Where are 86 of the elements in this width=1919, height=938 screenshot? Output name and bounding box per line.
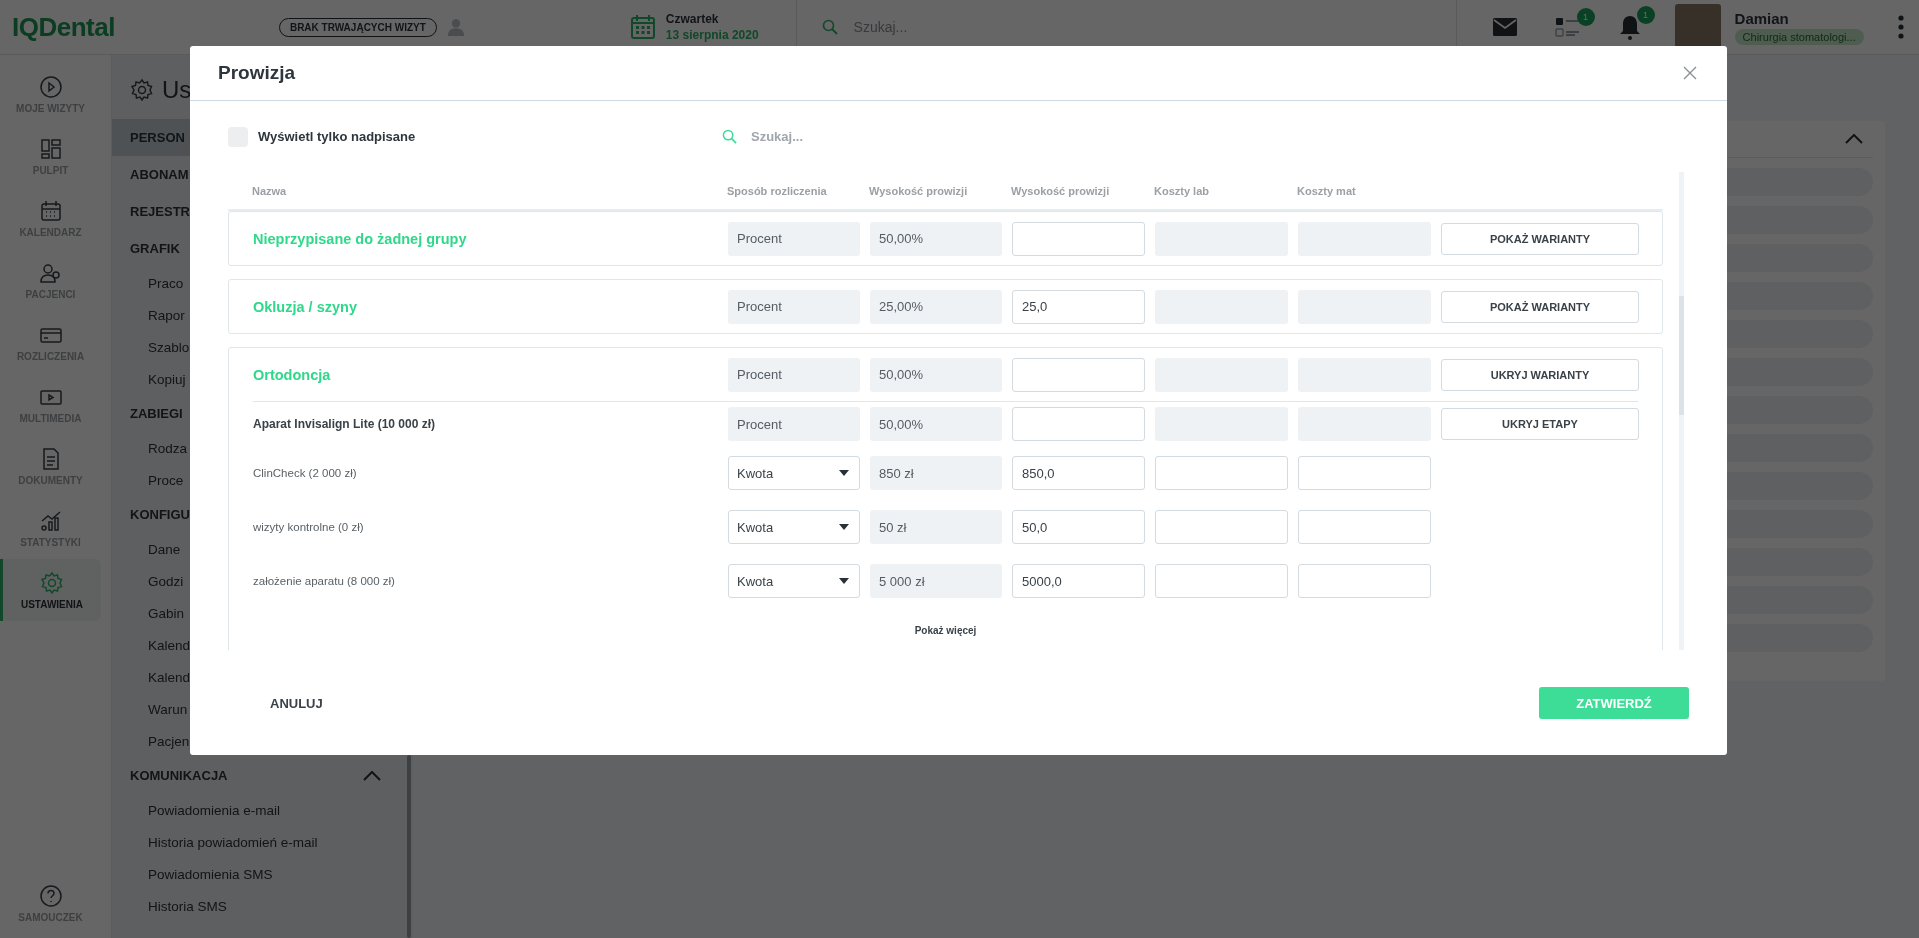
select-field[interactable]: Kwota [728, 510, 860, 544]
input-field[interactable] [1298, 510, 1431, 544]
confirm-button[interactable]: ZATWIERDŹ [1539, 687, 1689, 719]
group-name: Nieprzypisane do żadnej grupy [253, 230, 468, 247]
calendar-icon [629, 14, 656, 40]
select-field[interactable]: Kwota [728, 564, 860, 598]
user-icon [446, 17, 465, 37]
bell-icon[interactable] [1618, 14, 1641, 40]
cancel-button[interactable]: ANULUJ [250, 689, 343, 717]
app-logo[interactable]: IQDental [12, 11, 115, 43]
chevron-icon[interactable] [1845, 134, 1863, 144]
variant-name: Aparat Invisalign Lite (10 000 zł) [253, 417, 437, 431]
weekday-label: Czwartek [665, 12, 720, 26]
show-more-link[interactable]: Pokaż więcej [914, 624, 977, 636]
readonly-field: 50,00% [870, 357, 1002, 392]
checkbox-label: Wyświetl tylko nadpisane [258, 129, 416, 144]
group-name: Ortodoncja [253, 366, 332, 383]
input-field[interactable]: 25,0 [1012, 289, 1145, 324]
sidebar-section[interactable]: KOMUNIKACJA [112, 757, 413, 794]
readonly-field: Procent [728, 407, 860, 441]
search-icon [821, 19, 838, 35]
scrollbar[interactable] [1679, 296, 1684, 415]
sidebar-link[interactable]: Powiadomienia SMS [112, 858, 413, 890]
caret-icon [839, 524, 849, 530]
chevron-icon[interactable] [363, 770, 381, 781]
readonly-field: 5 000 zł [870, 564, 1002, 598]
input-field[interactable] [1298, 564, 1431, 598]
input-field[interactable] [1298, 456, 1431, 490]
sidebar-link[interactable]: Historia powiadomień e-mail [112, 826, 413, 858]
toggle-variants-button[interactable]: UKRYJ WARIANTY [1441, 358, 1639, 391]
input-field[interactable]: 850,0 [1012, 456, 1145, 490]
nav-item[interactable]: USTAWIENIA [0, 559, 101, 621]
stage-name: założenie aparatu (8 000 zł) [253, 575, 396, 587]
column-header: Wysokość prowizji [1011, 184, 1111, 197]
scrollbar[interactable] [407, 755, 411, 938]
task-list-icon[interactable] [1554, 16, 1581, 38]
sidebar-link[interactable]: Powiadomienia e-mail [112, 794, 413, 826]
dialog-title: Prowizja [218, 62, 296, 84]
column-header: Sposób rozliczenia [727, 184, 828, 197]
column-header: Koszty mat [1297, 184, 1357, 197]
input-field[interactable] [1155, 510, 1288, 544]
nav-icon [38, 74, 63, 99]
group-name: Okluzja / szyny [253, 298, 358, 315]
nav-icon [40, 570, 64, 595]
stage-name: ClinCheck (2 000 zł) [253, 467, 358, 479]
nav-icon [38, 136, 63, 161]
date-label: 13 sierpnia 2020 [665, 28, 759, 42]
column-header: Wysokość prowizji [869, 184, 969, 197]
input-field[interactable]: 50,0 [1012, 510, 1145, 544]
settings-icon [130, 78, 154, 102]
readonly-field: Procent [728, 289, 860, 324]
caret-icon [839, 578, 849, 584]
toggle-stages-button[interactable]: UKRYJ ETAPY [1441, 408, 1639, 440]
readonly-field: 50,00% [870, 221, 1002, 256]
nav-icon [38, 198, 63, 223]
page-title: Us [162, 76, 192, 104]
tasks-badge: 1 [1576, 8, 1595, 26]
stage-name: wizyty kontrolne (0 zł) [253, 521, 365, 533]
readonly-field: 850 zł [870, 456, 1002, 490]
input-field[interactable]: 5000,0 [1012, 564, 1145, 598]
sidebar-link[interactable]: Historia SMS [112, 890, 413, 922]
search-icon [722, 129, 737, 144]
notifications-badge: 1 [1636, 6, 1655, 24]
mail-icon[interactable] [1492, 18, 1517, 36]
toggle-variants-button[interactable]: POKAŻ WARIANTY [1441, 222, 1639, 255]
column-header: Nazwa [252, 184, 288, 197]
readonly-field: Procent [728, 357, 860, 392]
input-field[interactable] [1012, 407, 1145, 441]
select-field[interactable]: Kwota [728, 456, 860, 490]
column-header: Koszty lab [1154, 184, 1210, 197]
caret-icon [839, 470, 849, 476]
input-field[interactable] [1012, 357, 1145, 392]
input-field[interactable] [1012, 221, 1145, 256]
nav-icon [38, 508, 63, 533]
readonly-field: 25,00% [870, 289, 1002, 324]
readonly-field: Procent [728, 221, 860, 256]
input-field[interactable] [1155, 456, 1288, 490]
readonly-field: 50 zł [870, 510, 1002, 544]
close-icon[interactable] [1683, 66, 1697, 80]
readonly-field: 50,00% [870, 407, 1002, 441]
toggle-variants-button[interactable]: POKAŻ WARIANTY [1441, 290, 1639, 323]
help-icon [38, 883, 63, 908]
input-field[interactable] [1155, 564, 1288, 598]
more-menu-icon[interactable] [1897, 15, 1904, 39]
user-role-tag: Chirurgia stomatologi... [1734, 28, 1864, 45]
user-name: Damian [1734, 9, 1790, 27]
